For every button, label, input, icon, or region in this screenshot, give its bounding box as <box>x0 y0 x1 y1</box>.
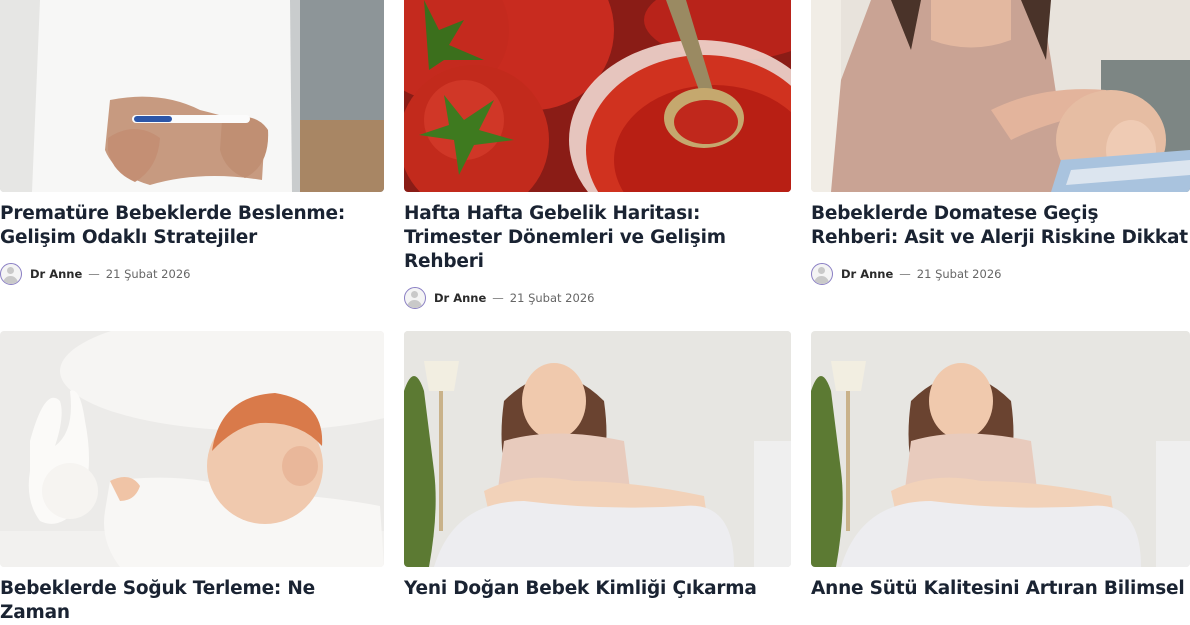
post-meta: Dr Anne — 21 Şubat 2026 <box>811 262 1001 286</box>
post-title[interactable]: Bebeklerde Domatese Geçiş Rehberi: Asit … <box>811 202 1190 250</box>
post-card[interactable]: Bebeklerde Domatese Geçiş Rehberi: Asit … <box>811 0 1190 300</box>
post-title[interactable]: Yeni Doğan Bebek Kimliği Çıkarma <box>404 577 791 601</box>
author-avatar[interactable] <box>811 263 833 285</box>
post-meta: Dr Anne — 21 Şubat 2026 <box>0 262 190 286</box>
post-thumbnail[interactable] <box>0 331 384 567</box>
post-title[interactable]: Prematüre Bebeklerde Beslenme: Gelişim O… <box>0 202 384 250</box>
author-name[interactable]: Dr Anne <box>30 267 82 281</box>
post-thumbnail[interactable] <box>404 331 791 567</box>
post-card[interactable]: Bebeklerde Soğuk Terleme: Ne Zaman <box>0 331 384 623</box>
post-card[interactable]: Prematüre Bebeklerde Beslenme: Gelişim O… <box>0 0 384 300</box>
post-card[interactable]: Anne Sütü Kalitesini Artıran Bilimsel <box>811 331 1190 606</box>
post-date: 21 Şubat 2026 <box>509 291 595 305</box>
meta-separator: — <box>492 291 504 305</box>
post-title[interactable]: Hafta Hafta Gebelik Haritası: Trimester … <box>404 202 791 274</box>
post-date: 21 Şubat 2026 <box>916 267 1002 281</box>
post-thumbnail[interactable] <box>811 331 1190 567</box>
author-avatar[interactable] <box>0 263 22 285</box>
post-thumbnail[interactable] <box>0 0 384 192</box>
post-thumbnail[interactable] <box>811 0 1190 192</box>
post-meta: Dr Anne — 21 Şubat 2026 <box>404 286 594 310</box>
post-card[interactable]: Yeni Doğan Bebek Kimliği Çıkarma <box>404 331 791 606</box>
meta-separator: — <box>88 267 100 281</box>
post-date: 21 Şubat 2026 <box>105 267 191 281</box>
post-card[interactable]: Hafta Hafta Gebelik Haritası: Trimester … <box>404 0 791 320</box>
post-title[interactable]: Bebeklerde Soğuk Terleme: Ne Zaman <box>0 577 384 625</box>
post-thumbnail[interactable] <box>404 0 791 192</box>
meta-separator: — <box>899 267 911 281</box>
author-avatar[interactable] <box>404 287 426 309</box>
post-title[interactable]: Anne Sütü Kalitesini Artıran Bilimsel <box>811 577 1190 601</box>
author-name[interactable]: Dr Anne <box>434 291 486 305</box>
author-name[interactable]: Dr Anne <box>841 267 893 281</box>
